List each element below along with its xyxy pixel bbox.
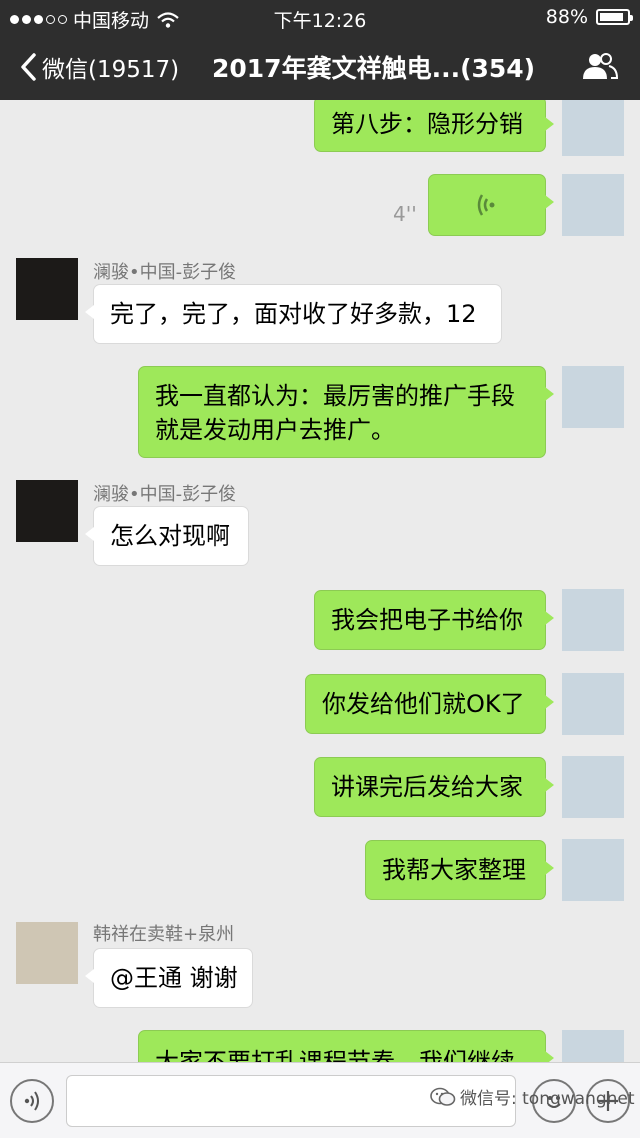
chat-area[interactable]: 第八步：隐形分销 4'' 澜骏•中国-彭子俊 完了，完了，面对收了好多款，12 … — [0, 100, 640, 1062]
battery-percent: 88% — [545, 6, 588, 28]
status-bar: 中国移动 下午12:26 88% — [0, 0, 640, 34]
message-bubble-outgoing[interactable]: 大家不要打乱课程节奏，我们继续 — [138, 1030, 554, 1062]
wechat-logo-icon — [430, 1087, 456, 1106]
battery-fill — [600, 13, 623, 21]
watermark-text: 微信号: tongwangnet — [460, 1089, 635, 1109]
message-bubble-incoming[interactable]: 怎么对现啊 — [85, 506, 249, 566]
sender-name: 澜骏•中国-彭子俊 — [93, 262, 237, 283]
avatar-self[interactable] — [562, 366, 624, 428]
message-text: 讲课完后发给大家 — [331, 773, 523, 801]
voice-mode-button[interactable] — [10, 1079, 54, 1123]
voice-duration: 4'' — [393, 202, 417, 226]
avatar-self[interactable] — [562, 756, 624, 818]
avatar-self[interactable] — [562, 1030, 624, 1062]
message-text: 大家不要打乱课程节奏，我们继续 — [155, 1048, 515, 1062]
message-bubble-incoming[interactable]: @王通 谢谢 — [85, 948, 253, 1008]
voice-wave-icon — [477, 194, 495, 216]
message-text: 我会把电子书给你 — [331, 606, 523, 634]
chat-title: 2017年龚文祥触电...(354) — [212, 54, 536, 83]
voice-mode-icon — [24, 1091, 39, 1111]
message-text-line: 我一直都认为：最厉害的推广手段 — [155, 382, 515, 410]
avatar-self[interactable] — [562, 589, 624, 651]
avatar-self[interactable] — [562, 673, 624, 735]
avatar-sender[interactable] — [16, 480, 78, 542]
voice-message-bubble[interactable] — [428, 174, 554, 236]
back-chevron-icon — [21, 53, 36, 81]
back-label: 微信(19517) — [42, 57, 180, 83]
message-bubble-outgoing[interactable]: 我一直都认为：最厉害的推广手段 就是发动用户去推广。 — [138, 366, 554, 458]
message-bubble-outgoing[interactable]: 我帮大家整理 — [365, 840, 554, 900]
status-time: 下午12:26 — [273, 10, 367, 32]
status-right: 88% — [545, 6, 633, 28]
message-text: 完了，完了，面对收了好多款，12 — [110, 300, 477, 328]
message-text-line: 就是发动用户去推广。 — [155, 416, 395, 444]
message-bubble-outgoing[interactable]: 我会把电子书给你 — [314, 590, 554, 650]
message-bubble-incoming[interactable]: 完了，完了，面对收了好多款，12 — [85, 284, 502, 344]
back-button[interactable]: 微信(19517) — [20, 50, 179, 84]
message-text: @王通 谢谢 — [110, 964, 238, 992]
message-bubble-outgoing[interactable]: 你发给他们就OK了 — [305, 674, 554, 734]
message-text: 第八步：隐形分销 — [331, 110, 523, 138]
message-text: 你发给他们就OK了 — [322, 690, 525, 718]
sender-name: 澜骏•中国-彭子俊 — [93, 484, 237, 505]
message-text: 怎么对现啊 — [110, 522, 230, 550]
avatar-sender[interactable] — [16, 922, 78, 984]
sender-name: 韩祥在卖鞋+泉州 — [93, 924, 235, 945]
avatar-self[interactable] — [562, 174, 624, 236]
nav-bar: 微信(19517) 2017年龚文祥触电...(354) — [0, 34, 640, 100]
watermark: 微信号: tongwangnet — [430, 1084, 635, 1109]
avatar-sender[interactable] — [16, 258, 78, 320]
avatar-self[interactable] — [562, 839, 624, 901]
message-bubble-outgoing[interactable]: 讲课完后发给大家 — [314, 757, 554, 817]
avatar-self[interactable] — [562, 100, 624, 156]
message-text: 我帮大家整理 — [382, 856, 526, 884]
battery-icon — [596, 9, 633, 25]
group-info-icon[interactable] — [582, 52, 618, 80]
message-bubble-outgoing[interactable]: 第八步：隐形分销 — [314, 100, 554, 152]
